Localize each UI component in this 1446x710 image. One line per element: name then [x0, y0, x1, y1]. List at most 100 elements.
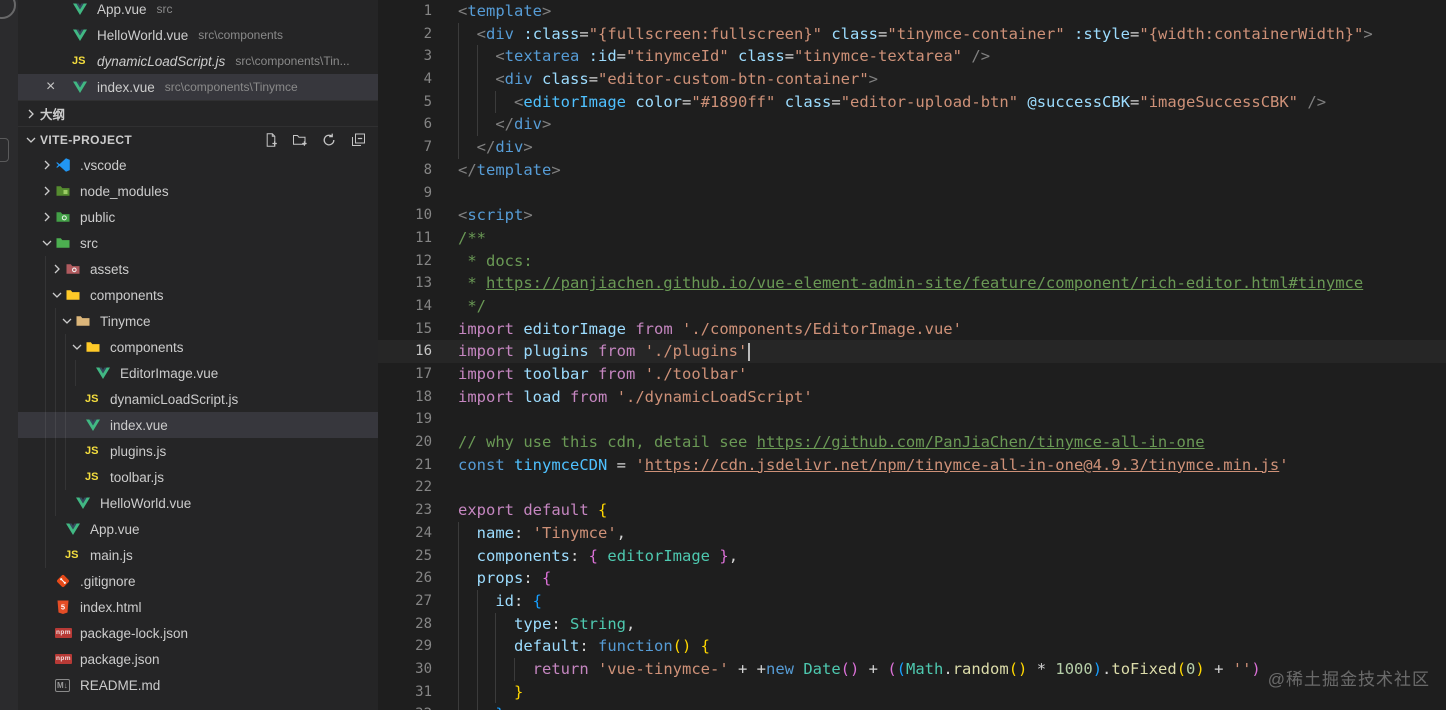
code-line[interactable]: 8 </template>	[378, 159, 1446, 182]
code-line[interactable]: 4 <div class="editor-custom-btn-containe…	[378, 68, 1446, 91]
chevron-down-icon	[48, 287, 65, 303]
tree-item-gitignore[interactable]: .gitignore	[18, 568, 378, 594]
tree-item-public[interactable]: public	[18, 204, 378, 230]
code-line[interactable]: 6 </div>	[378, 113, 1446, 137]
code-editor[interactable]: 1 <template> 2 <div :class="{fullscreen:fu…	[378, 0, 1446, 710]
code-line[interactable]: 23 export default {	[378, 499, 1446, 522]
tree-item-assets[interactable]: assets	[18, 256, 378, 282]
outline-label: 大纲	[40, 108, 66, 122]
code-line[interactable]: 20 // why use this cdn, detail see https:…	[378, 431, 1446, 454]
code-line[interactable]: 9	[378, 182, 1446, 205]
file-name: App.vue	[97, 1, 147, 17]
tree-item-components[interactable]: components	[18, 334, 378, 360]
code-line[interactable]: 14 */	[378, 295, 1446, 318]
code-line[interactable]: 27 id: {	[378, 589, 1446, 613]
indent-guide	[458, 136, 459, 159]
indent-guide	[45, 256, 46, 282]
line-number: 11	[415, 229, 432, 246]
tree-item-toolbar-js[interactable]: JS toolbar.js	[18, 464, 378, 490]
tree-item-index-html[interactable]: 5 index.html	[18, 594, 378, 620]
tree-item-label: toolbar.js	[110, 469, 165, 485]
code-line[interactable]: 2 <div :class="{fullscreen:fullscreen}" …	[378, 22, 1446, 46]
tree-item-dynamicloadscript-js[interactable]: JS dynamicLoadScript.js	[18, 386, 378, 412]
code-text: import plugins from './plugins'	[458, 340, 751, 363]
tree-item-readme-md[interactable]: M↓ README.md	[18, 672, 378, 698]
code-line[interactable]: 32 }	[378, 703, 1446, 710]
tree-item-package-json[interactable]: npm package.json	[18, 646, 378, 672]
tree-item-node-modules[interactable]: node_modules	[18, 178, 378, 204]
code-line[interactable]: 5 <editorImage color="#1890ff" class="ed…	[378, 90, 1446, 114]
tree-item-tinymce[interactable]: Tinymce	[18, 308, 378, 334]
code-line[interactable]: 7 </div>	[378, 136, 1446, 159]
svg-text:5: 5	[61, 603, 65, 612]
file-path: src\components\Tinymce	[164, 80, 298, 94]
indent-guide	[458, 544, 459, 568]
code-line[interactable]: 22	[378, 476, 1446, 499]
line-number: 3	[423, 48, 432, 65]
open-editor-item-dynamicloadscript-js[interactable]: JS dynamicLoadScript.js src\components\Tin…	[18, 48, 378, 74]
indent-guide	[476, 612, 478, 636]
code-line[interactable]: 15 import editorImage from './components/…	[378, 318, 1446, 341]
code-line[interactable]: 11 /**	[378, 227, 1446, 250]
code-line[interactable]: 1 <template>	[378, 0, 1446, 23]
close-icon[interactable]: ×	[46, 79, 72, 95]
tree-item-app-vue[interactable]: App.vue	[18, 516, 378, 542]
code-text: </template>	[458, 160, 561, 179]
code-line[interactable]: 13 * https://panjiachen.github.io/vue-el…	[378, 272, 1446, 295]
tree-item-helloworld-vue[interactable]: HelloWorld.vue	[18, 490, 378, 516]
line-number: 19	[415, 411, 432, 428]
js-icon: JS	[85, 445, 99, 457]
tree-item-plugins-js[interactable]: JS plugins.js	[18, 438, 378, 464]
file-path: src\components\Tin...	[235, 54, 350, 68]
code-text: <div :class="{fullscreen:fullscreen}" cl…	[458, 22, 1373, 46]
code-line[interactable]: 28 type: String,	[378, 612, 1446, 636]
indent-guide	[458, 521, 459, 545]
refresh-icon[interactable]	[321, 132, 337, 148]
tree-item-label: components	[90, 287, 164, 303]
tree-item-index-vue[interactable]: index.vue	[18, 412, 378, 438]
tree-item-package-lock-json[interactable]: npm package-lock.json	[18, 620, 378, 646]
chevron-right-icon	[38, 157, 55, 173]
code-line[interactable]: 26 props: {	[378, 567, 1446, 590]
new-file-icon[interactable]	[263, 132, 279, 148]
code-line[interactable]: 19	[378, 408, 1446, 431]
code-line[interactable]: 25 components: { editorImage },	[378, 544, 1446, 568]
git-icon	[55, 573, 75, 589]
new-folder-icon[interactable]	[292, 132, 308, 148]
outline-section-header[interactable]: 大纲	[18, 100, 378, 126]
code-line[interactable]: 3 <textarea :id="tinymceId" class="tinym…	[378, 45, 1446, 69]
tree-item-src[interactable]: src	[18, 230, 378, 256]
code-line[interactable]: 18 import load from './dynamicLoadScript'	[378, 386, 1446, 409]
code-line[interactable]: 12 * docs:	[378, 250, 1446, 273]
open-editor-item-index-vue[interactable]: × index.vue src\components\Tinymce	[18, 74, 378, 100]
tree-item-vscode[interactable]: .vscode	[18, 152, 378, 178]
indent-guide	[458, 589, 459, 613]
tree-item-main-js[interactable]: JS main.js	[18, 542, 378, 568]
indent-guide	[55, 360, 56, 386]
code-line[interactable]: 29 default: function() {	[378, 635, 1446, 658]
line-number: 12	[415, 252, 432, 269]
indent-guide	[75, 360, 76, 386]
project-section-header[interactable]: VITE-PROJECT	[18, 126, 378, 152]
code-area[interactable]: 1 <template> 2 <div :class="{fullscreen:fu…	[378, 0, 1446, 710]
code-line[interactable]: 10 <script>	[378, 204, 1446, 227]
code-line[interactable]: 17 import toolbar from './toolbar'	[378, 363, 1446, 386]
indent-guide	[495, 657, 497, 681]
tree-item-components[interactable]: components	[18, 282, 378, 308]
code-line[interactable]: 21 const tinymceCDN = 'https://cdn.jsdeli…	[378, 454, 1446, 477]
code-line[interactable]: 16 import plugins from './plugins'	[378, 340, 1446, 363]
code-text: </div>	[458, 136, 533, 159]
indent-guide	[45, 334, 46, 360]
line-number: 6	[423, 116, 432, 133]
tree-item-editorimage-vue[interactable]: EditorImage.vue	[18, 360, 378, 386]
code-line[interactable]: 24 name: 'Tinymce',	[378, 521, 1446, 545]
code-text: components: { editorImage },	[458, 544, 738, 568]
open-editor-item-helloworld-vue[interactable]: HelloWorld.vue src\components	[18, 22, 378, 48]
code-text: <textarea :id="tinymceId" class="tinymce…	[458, 45, 990, 69]
indent-guide	[458, 657, 459, 681]
line-number: 1	[423, 3, 432, 19]
collapse-all-icon[interactable]	[350, 132, 366, 148]
indent-guide	[476, 90, 478, 114]
chevron-right-icon	[38, 209, 55, 225]
open-editor-item-app-vue[interactable]: App.vue src	[18, 0, 378, 22]
